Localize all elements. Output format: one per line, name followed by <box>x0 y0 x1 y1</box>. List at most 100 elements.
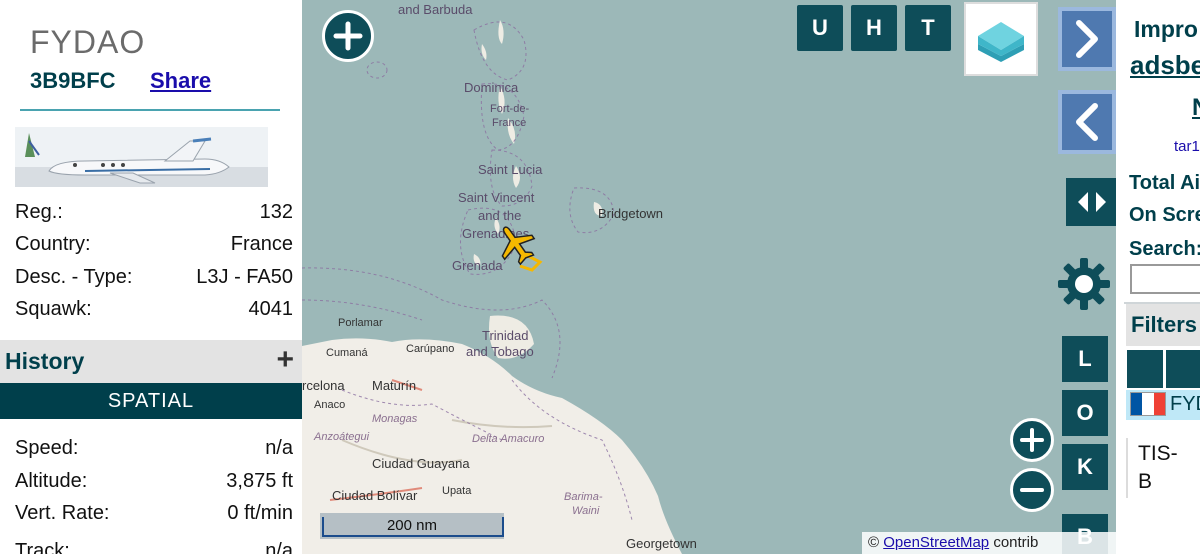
map-label: Bridgetown <box>598 206 663 221</box>
map-tiles[interactable]: and Barbuda Dominica Fort-de- France Sai… <box>302 0 1116 554</box>
flight-value: n/a <box>265 437 293 459</box>
chevron-right-icon <box>1076 20 1098 58</box>
table-row-selected[interactable]: FYD <box>1126 390 1200 420</box>
map-scale-bar: 200 nm <box>320 513 504 539</box>
detail-row-type: Desc. - Type: L3J - FA50 <box>15 266 293 294</box>
history-header[interactable]: History + <box>0 340 302 383</box>
divider <box>20 109 280 111</box>
flight-row-track: Track: n/a <box>15 540 293 554</box>
aircraft-hex-code: 3B9BFC <box>30 68 116 93</box>
toggle-u-button[interactable]: U <box>797 5 843 51</box>
map-label: Porlamar <box>338 317 383 329</box>
map-label: Upata <box>442 485 472 497</box>
flight-value: 3,875 ft <box>226 470 293 492</box>
map-label: Ciudad Guayana <box>372 456 470 471</box>
table-header-cell[interactable] <box>1166 350 1200 388</box>
map-label: Delta Amacuro <box>472 433 544 445</box>
map-label: Cumaná <box>326 347 368 359</box>
source-type-line: TIS- <box>1138 442 1178 465</box>
expand-plus-icon[interactable]: + <box>276 345 294 375</box>
map-label: Ciudad Bolívar <box>332 488 418 503</box>
detail-label: Desc. - Type: <box>15 266 133 288</box>
detail-row-registration: Reg.: 132 <box>15 201 293 229</box>
copyright-symbol: © <box>868 534 880 551</box>
filters-header[interactable]: Filters <box>1126 304 1200 346</box>
collapse-sidebar-button[interactable] <box>1058 90 1116 154</box>
map-label: Fort-de- <box>490 103 529 115</box>
detail-value: L3J - FA50 <box>196 266 293 288</box>
zoom-in-button[interactable] <box>1010 418 1054 462</box>
map-label: Maturín <box>372 378 416 393</box>
flight-row-vertical-rate: Vert. Rate: 0 ft/min <box>15 502 293 530</box>
france-flag-icon <box>1130 392 1166 416</box>
flight-value: n/a <box>265 540 293 554</box>
total-aircraft-label: Total Ai <box>1129 172 1200 194</box>
flight-label: Vert. Rate: <box>15 502 110 524</box>
aircraft-list-panel: Impro adsbe N tar1 Total Ai On Scre Sear… <box>1116 0 1200 554</box>
map-label: rcelona <box>302 378 345 393</box>
flight-value: 0 ft/min <box>227 502 293 524</box>
settings-button[interactable] <box>1056 256 1112 312</box>
sidebar-link[interactable]: N <box>1192 94 1200 122</box>
gear-icon <box>1058 258 1110 310</box>
map-label: Anaco <box>314 399 345 411</box>
openstreetmap-link[interactable]: OpenStreetMap <box>883 534 989 551</box>
detail-row-country: Country: France <box>15 233 293 261</box>
flight-label: Altitude: <box>15 470 88 492</box>
search-input[interactable] <box>1130 264 1200 294</box>
share-link[interactable]: Share <box>150 68 211 94</box>
zoom-in-button[interactable] <box>322 10 374 62</box>
map-label: Monagas <box>372 413 418 425</box>
table-header-cell[interactable] <box>1127 350 1163 388</box>
detail-value: France <box>230 233 293 255</box>
filters-title: Filters <box>1131 312 1198 337</box>
toggle-h-button[interactable]: H <box>851 5 897 51</box>
scale-label: 200 nm <box>386 517 438 534</box>
sidebar-title: Impro <box>1134 16 1198 42</box>
source-type-line: B <box>1138 470 1153 493</box>
map-label: France <box>492 117 526 129</box>
toggle-l-button[interactable]: L <box>1062 336 1108 382</box>
detail-value: 132 <box>259 201 293 223</box>
plus-icon <box>1020 428 1044 452</box>
aircraft-photo <box>15 127 268 187</box>
map-label: and the <box>478 208 521 223</box>
sidebar-version-link[interactable]: tar1 <box>1174 138 1200 155</box>
toggle-o-button[interactable]: O <box>1062 390 1108 436</box>
flight-label: Speed: <box>15 437 79 459</box>
map-label: Saint Vincent <box>458 190 535 205</box>
sidebar-site-link[interactable]: adsbe <box>1130 50 1200 81</box>
expand-sidebar-button[interactable] <box>1058 7 1116 71</box>
source-type-label: TIS- B <box>1138 440 1178 496</box>
on-screen-label: On Scre <box>1129 204 1200 226</box>
map-label: Trinidad <box>482 328 528 343</box>
search-label: Search: <box>1129 238 1200 260</box>
detail-row-squawk: Squawk: 4041 <box>15 298 293 326</box>
flight-row-speed: Speed: n/a <box>15 437 293 465</box>
aircraft-callsign: FYDAO <box>30 24 146 60</box>
divider <box>1126 438 1128 498</box>
map-label: Carúpano <box>406 343 454 355</box>
chevron-left-icon <box>1076 103 1098 141</box>
layers-icon <box>978 22 1024 62</box>
toggle-k-button[interactable]: K <box>1062 444 1108 490</box>
layers-button[interactable] <box>964 2 1038 76</box>
flight-row-altitude: Altitude: 3,875 ft <box>15 470 293 498</box>
detail-value: 4041 <box>248 298 294 320</box>
detail-label: Reg.: <box>15 201 63 223</box>
toggle-t-button[interactable]: T <box>905 5 951 51</box>
map-label: Georgetown <box>626 536 697 551</box>
left-right-arrows-icon <box>1078 192 1106 212</box>
map-label: Dominica <box>464 80 519 95</box>
map-label: Anzoátegui <box>313 431 370 443</box>
aircraft-info-panel: FYDAO 3B9BFC Share Reg.: 132 Country: Fr… <box>0 0 302 554</box>
detail-label: Squawk: <box>15 298 92 320</box>
attribution-suffix: contrib <box>993 534 1039 551</box>
map-view[interactable]: and Barbuda Dominica Fort-de- France Sai… <box>302 0 1116 554</box>
map-label: Saint Lucia <box>478 162 543 177</box>
aircraft-marker-icon[interactable] <box>494 222 538 266</box>
toggle-sidebar-width-button[interactable] <box>1066 178 1116 226</box>
zoom-out-button[interactable] <box>1010 468 1054 512</box>
plus-icon <box>333 21 363 51</box>
map-label: Waini <box>572 505 600 517</box>
